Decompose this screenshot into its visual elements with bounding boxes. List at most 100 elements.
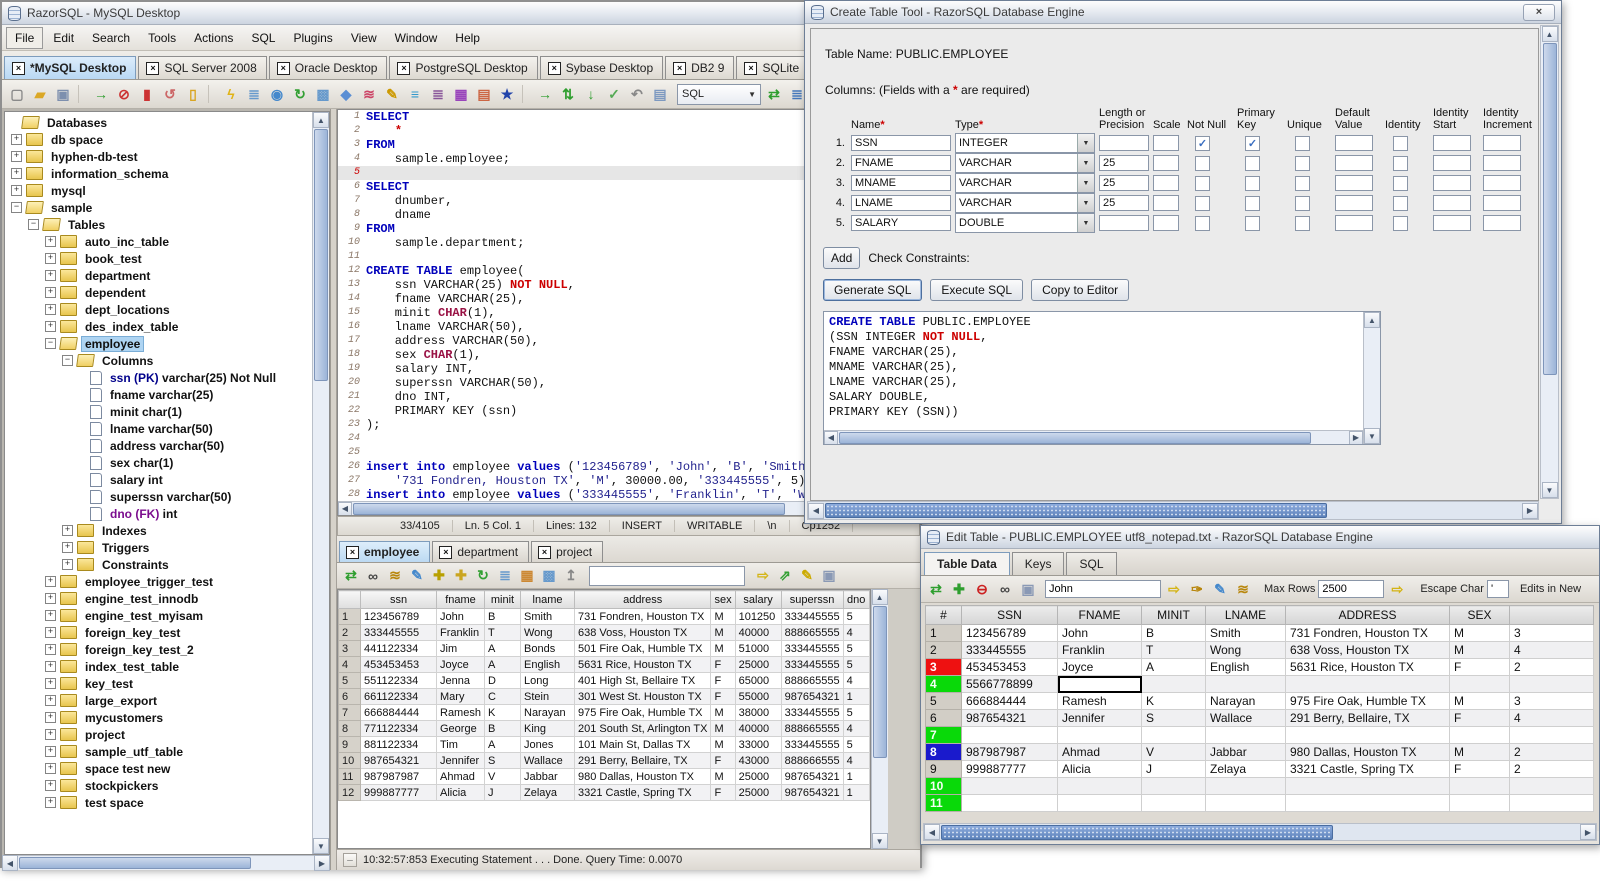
table-cell[interactable]: F	[710, 672, 736, 689]
table-cell[interactable]: 55000	[734, 688, 782, 705]
column-header[interactable]: ADDRESS	[1285, 605, 1450, 625]
menu-edit[interactable]: Edit	[45, 28, 82, 48]
expand-icon[interactable]: +	[45, 627, 56, 638]
column-name-input[interactable]	[851, 155, 951, 171]
table-cell[interactable]: 5631 Rice, Houston TX	[573, 656, 712, 673]
table-cell[interactable]	[1449, 777, 1510, 795]
table-cell[interactable]: 4	[1509, 709, 1594, 727]
expand-icon[interactable]: +	[45, 746, 56, 757]
table-cell[interactable]	[1509, 726, 1594, 744]
table-cell[interactable]: C	[484, 688, 521, 705]
delete-row-icon[interactable]: ⊖	[972, 579, 992, 599]
table-cell[interactable]: F	[1449, 760, 1510, 778]
table-cell[interactable]: Ahmad	[1057, 743, 1142, 761]
table-cell[interactable]: 101 Main St, Dallas TX	[573, 736, 712, 753]
filter-icon[interactable]: ≋	[1233, 579, 1253, 599]
tree-item[interactable]: + test space	[5, 794, 312, 811]
table-row[interactable]: 7 666884444 Ramesh K Narayan 975 Fire Oak, Hu…	[338, 704, 870, 721]
table-cell[interactable]: F	[1449, 658, 1510, 676]
row-number[interactable]: 2	[925, 641, 962, 659]
table-cell[interactable]: 453453453	[360, 656, 437, 673]
not-null-checkbox[interactable]	[1195, 215, 1210, 231]
scale-input[interactable]	[1153, 155, 1179, 171]
close-tab-icon[interactable]: ×	[538, 545, 552, 559]
edit-table-grid[interactable]: # SSN FNAME MINIT LNAME ADDRESS SEX 1 123456789…	[925, 605, 1594, 812]
auto-commit-icon[interactable]: ϟ	[221, 84, 241, 104]
primary-key-checkbox[interactable]	[1245, 195, 1260, 211]
tree-scroll-thumb[interactable]	[314, 129, 328, 381]
table-cell[interactable]: B	[484, 720, 521, 737]
table-cell[interactable]: 4	[842, 624, 870, 641]
create-title-bar[interactable]: Create Table Tool - RazorSQL Database En…	[805, 1, 1561, 24]
expand-icon[interactable]: +	[45, 712, 56, 723]
table-cell[interactable]: 4	[842, 752, 870, 769]
table-cell[interactable]: 638 Voss, Houston TX	[573, 624, 712, 641]
table-cell[interactable]	[1141, 777, 1206, 795]
scale-input[interactable]	[1153, 195, 1179, 211]
table-cell[interactable]	[1285, 675, 1450, 693]
tree-item[interactable]: lname varchar(50)	[5, 420, 312, 437]
column-header[interactable]: minit	[484, 590, 521, 609]
escape-char-input[interactable]	[1486, 580, 1509, 598]
table-cell[interactable]: A	[1141, 658, 1206, 676]
table-row[interactable]: 3 453453453 Joyce A English 5631 Rice, Housto…	[925, 658, 1594, 676]
table-cell[interactable]	[1057, 794, 1142, 812]
not-null-checkbox[interactable]	[1195, 155, 1210, 171]
table-row[interactable]: 6 987654321 Jennifer S Wallace 291 Berry, Bel…	[925, 709, 1594, 727]
column-name-input[interactable]	[851, 135, 951, 151]
results-body[interactable]: 1 123456789 John B Smith 731 Fondren, Houston…	[338, 608, 870, 801]
table-cell[interactable]: 5	[842, 736, 870, 753]
table-cell[interactable]: 987654321	[780, 688, 844, 705]
table-cell[interactable]: 551122334	[360, 672, 437, 689]
unique-checkbox[interactable]	[1295, 215, 1310, 231]
table-cell[interactable]: 980 Dallas, Houston TX	[1285, 743, 1450, 761]
column-type-select[interactable]: DOUBLE ▼	[955, 213, 1095, 233]
identity-start-input[interactable]	[1433, 155, 1471, 171]
table-cell[interactable]: Alicia	[1057, 760, 1142, 778]
column-header[interactable]: MINIT	[1141, 605, 1206, 625]
table-cell[interactable]: 25000	[734, 656, 782, 673]
column-header[interactable]: SSN	[961, 605, 1058, 625]
table-cell[interactable]: Jabbar	[520, 768, 575, 785]
table-row[interactable]: 6 661122334 Mary C Stein 301 West St. Houston…	[338, 688, 870, 705]
tab-keys[interactable]: Keys	[1011, 552, 1065, 575]
table-cell[interactable]: Jones	[520, 736, 575, 753]
table-row[interactable]: 8 987987987 Ahmad V Jabbar 980 Dallas, Housto…	[925, 743, 1594, 761]
tree-item[interactable]: fname varchar(25)	[5, 386, 312, 403]
table-cell[interactable]	[1205, 726, 1286, 744]
table-cell[interactable]: Jennifer	[436, 752, 485, 769]
db-browser-icon[interactable]: ≋	[359, 84, 379, 104]
results-tab[interactable]: × employee	[339, 541, 431, 562]
tree-item[interactable]: + information_schema	[5, 165, 312, 182]
table-cell[interactable]: F	[710, 752, 736, 769]
table-cell[interactable]: M	[710, 608, 736, 625]
copy-to-editor-button[interactable]: Copy to Editor	[1031, 279, 1130, 301]
table-cell[interactable]: 987987987	[360, 768, 437, 785]
row-number[interactable]: 7	[338, 704, 361, 721]
table-cell[interactable]: King	[520, 720, 575, 737]
favorites-icon[interactable]: ★	[497, 84, 517, 104]
column-header[interactable]: FNAME	[1057, 605, 1142, 625]
table-cell[interactable]: 5	[842, 608, 870, 625]
table-cell[interactable]	[1449, 675, 1510, 693]
tree-item[interactable]: + Constraints	[5, 556, 312, 573]
table-cell[interactable]: 5566778899	[961, 675, 1058, 693]
expand-icon[interactable]: +	[45, 253, 56, 264]
table-cell[interactable]: John	[1057, 624, 1142, 642]
primary-key-checkbox[interactable]	[1245, 175, 1260, 191]
table-cell[interactable]: 25000	[734, 784, 782, 801]
results-tab[interactable]: × project	[531, 541, 604, 562]
table-cell[interactable]: Narayan	[1205, 692, 1286, 710]
table-cell[interactable]: 501 Fire Oak, Humble TX	[573, 640, 712, 657]
table-cell[interactable]: 333445555	[780, 640, 844, 657]
table-cell[interactable]	[1057, 777, 1142, 795]
connect-icon[interactable]: →	[91, 84, 111, 104]
editor-hscroll-thumb[interactable]	[353, 502, 785, 515]
table-row[interactable]: 1 123456789 John B Smith 731 Fondren, Houston…	[338, 608, 870, 625]
expand-icon[interactable]: +	[45, 644, 56, 655]
table-cell[interactable]: 888665555	[780, 720, 844, 737]
edit-cell-icon[interactable]: ✎	[407, 566, 427, 586]
table-cell[interactable]: 2	[1509, 743, 1594, 761]
table-cell[interactable]: 975 Fire Oak, Humble TX	[573, 704, 712, 721]
connection-tab[interactable]: × SQL Server 2008	[138, 56, 267, 79]
